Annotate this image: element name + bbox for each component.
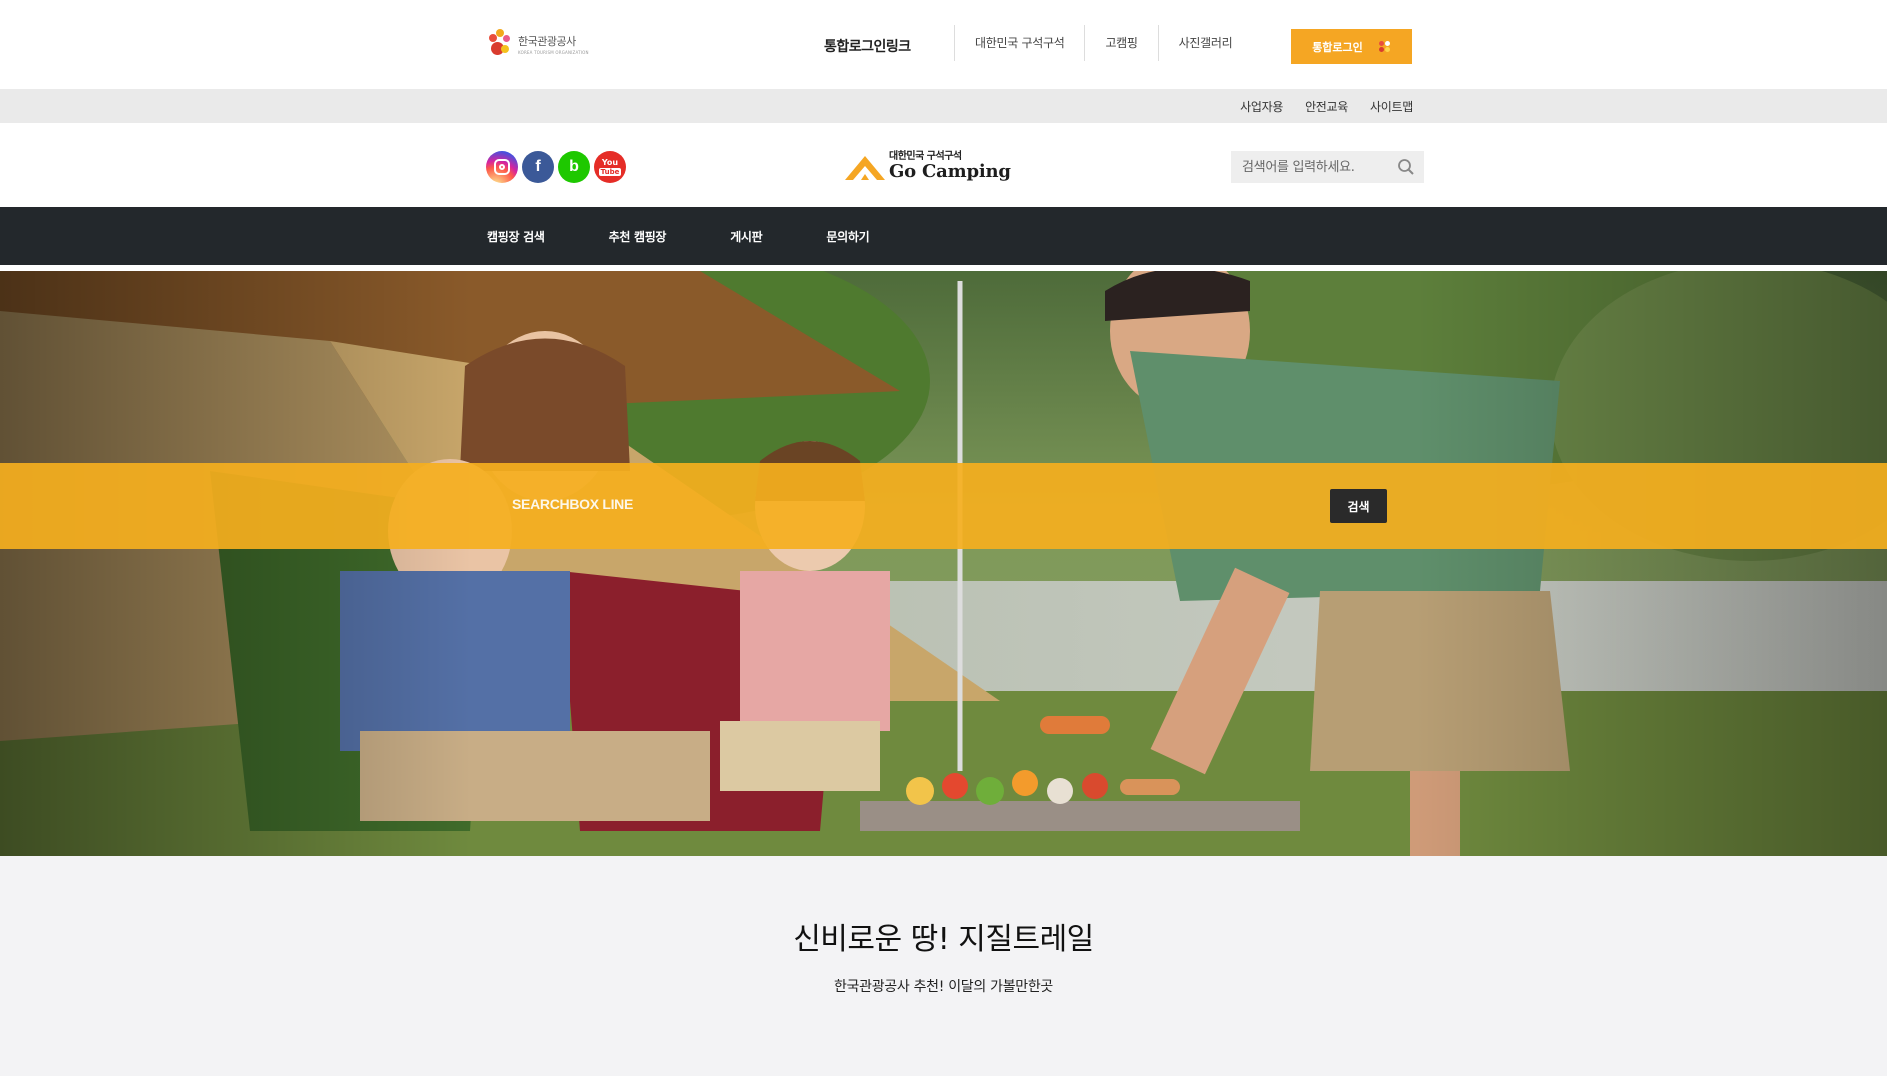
search-icon[interactable] <box>1391 151 1421 183</box>
main-nav: 캠핑장 검색 추천 캠핑장 게시판 문의하기 <box>0 207 1887 265</box>
search-band-button[interactable]: 검색 <box>1330 489 1387 523</box>
integrated-login-button[interactable]: 통합로그인 <box>1291 29 1412 64</box>
utility-bar: 한국관광공사 KOREA TOURISM ORGANIZATION 통합로그인링… <box>0 0 1887 89</box>
utility-link-gocamping[interactable]: 고캠핑 <box>1084 25 1157 61</box>
nav-item-campsite-search[interactable]: 캠핑장 검색 <box>487 228 545 245</box>
nav-item-inquiry[interactable]: 문의하기 <box>826 228 869 245</box>
social-links: f b You Tube <box>486 151 626 183</box>
instagram-icon[interactable] <box>486 151 518 183</box>
facebook-icon[interactable]: f <box>522 151 554 183</box>
kto-logo-text: 한국관광공사 <box>518 35 576 48</box>
nav-item-board[interactable]: 게시판 <box>730 228 763 245</box>
kto-logo-icon <box>486 29 514 59</box>
tent-logo-icon <box>845 156 885 180</box>
search-box <box>1231 151 1424 183</box>
nav-item-recommended[interactable]: 추천 캠핑장 <box>609 228 667 245</box>
featured-subtitle: 한국관광공사 추천! 이달의 가볼만한곳 <box>833 979 1054 995</box>
site-header: f b You Tube 대한민국 구석구석 Go Camping <box>0 123 1887 207</box>
youtube-icon[interactable]: You Tube <box>594 151 626 183</box>
brand-name: Go Camping <box>889 161 1011 182</box>
search-band-label: SEARCHBOX LINE <box>512 496 634 512</box>
featured-title: 신비로운 땅! 지질트레일 <box>793 922 1094 957</box>
band-icon[interactable]: b <box>558 151 590 183</box>
sub-link-sitemap[interactable]: 사이트맵 <box>1370 98 1413 115</box>
kto-logo-subtext: KOREA TOURISM ORGANIZATION <box>518 50 589 55</box>
search-input[interactable] <box>1231 151 1391 183</box>
login-logo-icon <box>1378 40 1391 53</box>
gocamping-logo[interactable]: 대한민국 구석구석 Go Camping <box>843 147 1011 182</box>
utility-link-photo-gallery[interactable]: 사진갤러리 <box>1157 25 1253 61</box>
hero-photo <box>0 271 1887 856</box>
search-band: SEARCHBOX LINE 검색 <box>0 463 1887 549</box>
brand-subtitle: 대한민국 구석구석 <box>889 151 962 162</box>
integrated-login-label: 통합로그인 <box>1312 40 1363 54</box>
sub-bar: 사업자용 안전교육 사이트맵 <box>0 89 1887 123</box>
hero-banner: SEARCHBOX LINE 검색 <box>0 271 1887 856</box>
utility-links: 대한민국 구석구석 고캠핑 사진갤러리 <box>954 25 1252 61</box>
kto-logo[interactable]: 한국관광공사 KOREA TOURISM ORGANIZATION <box>486 29 589 59</box>
integrated-login-link-title: 통합로그인링크 <box>824 39 911 55</box>
utility-link-korea-gusuk[interactable]: 대한민국 구석구석 <box>954 25 1084 61</box>
sub-link-business[interactable]: 사업자용 <box>1240 98 1283 115</box>
sub-link-safety-education[interactable]: 안전교육 <box>1305 98 1348 115</box>
featured-section: 신비로운 땅! 지질트레일 한국관광공사 추천! 이달의 가볼만한곳 <box>0 856 1887 1076</box>
